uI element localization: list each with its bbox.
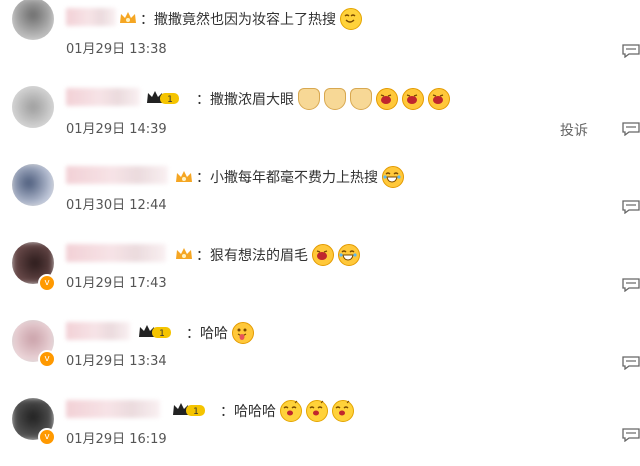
verified-badge-icon: v xyxy=(38,350,56,368)
tears-laugh-emoji xyxy=(338,244,360,266)
username-blurred[interactable] xyxy=(66,322,130,340)
crown-icon xyxy=(120,12,136,23)
verified-badge-icon: v xyxy=(38,274,56,292)
username-blurred[interactable] xyxy=(66,400,160,418)
comment-reply-icon[interactable] xyxy=(622,356,640,370)
comment-reply-icon[interactable] xyxy=(622,278,640,292)
comment-body: ：撒撒浓眉大眼 xyxy=(196,92,294,108)
comment-text: ：狠有想法的眉毛 xyxy=(196,244,360,266)
comment-body: ：狠有想法的眉毛 xyxy=(196,248,308,264)
username-blurred[interactable] xyxy=(66,88,140,106)
comment-reply-icon[interactable] xyxy=(622,428,640,442)
tears-laugh-emoji xyxy=(382,166,404,188)
avatar[interactable] xyxy=(12,86,54,128)
vip-level: 1 xyxy=(167,95,173,105)
vip-level: 1 xyxy=(193,407,199,417)
comment-item: ：撒撒竟然也因为妆容上了热搜 01月29日 13:38 xyxy=(0,0,640,78)
comment-item: ：小撒每年都毫不费力上热搜 01月30日 12:44 xyxy=(0,156,640,234)
comment-timestamp: 01月29日 13:38 xyxy=(66,42,167,57)
tongue-emoji xyxy=(232,322,254,344)
comment-reply-icon[interactable] xyxy=(622,44,640,58)
comment-body: ：小撒每年都毫不费力上热搜 xyxy=(196,170,378,186)
comment-text: ：撒撒浓眉大眼 xyxy=(196,88,450,110)
comment-item: v 1 ：哈哈 01月29日 13:34 xyxy=(0,310,640,388)
laugh-emoji xyxy=(376,88,398,110)
username-blurred[interactable] xyxy=(66,166,168,184)
verified-badge-icon: v xyxy=(38,428,56,446)
drool-emoji xyxy=(332,400,354,422)
comment-text: ：哈哈 xyxy=(186,322,254,344)
dog-emoji xyxy=(298,88,320,110)
comment-timestamp: 01月29日 14:39 xyxy=(66,122,167,137)
crown-icon xyxy=(176,248,192,259)
comment-body: ：哈哈 xyxy=(186,326,228,342)
comment-text: ：小撒每年都毫不费力上热搜 xyxy=(196,166,404,188)
comment-timestamp: 01月29日 17:43 xyxy=(66,276,167,291)
drool-emoji xyxy=(280,400,302,422)
vip-badge-icon: 1 xyxy=(139,325,171,339)
report-button[interactable]: 投诉 xyxy=(560,120,588,140)
comment-item: v 1 ：哈哈哈 01月29日 16:19 xyxy=(0,388,640,466)
laugh-emoji xyxy=(312,244,334,266)
avatar[interactable] xyxy=(12,0,54,40)
username-blurred[interactable] xyxy=(66,244,166,262)
comment-timestamp: 01月30日 12:44 xyxy=(66,198,167,213)
comment-timestamp: 01月29日 16:19 xyxy=(66,432,167,447)
vip-badge-icon: 1 xyxy=(173,403,205,417)
comment-body: ：撒撒竟然也因为妆容上了热搜 xyxy=(140,12,336,28)
comment-body: ：哈哈哈 xyxy=(220,404,276,420)
laugh-emoji xyxy=(428,88,450,110)
drool-emoji xyxy=(306,400,328,422)
smile-emoji xyxy=(340,8,362,30)
comment-item: v ：狠有想法的眉毛 01月29日 17:43 xyxy=(0,232,640,310)
comment-reply-icon[interactable] xyxy=(622,200,640,214)
crown-icon xyxy=(176,171,192,182)
avatar[interactable] xyxy=(12,164,54,206)
username-blurred[interactable] xyxy=(66,8,116,26)
vip-level: 1 xyxy=(159,329,165,339)
comment-reply-icon[interactable] xyxy=(622,122,640,136)
comment-timestamp: 01月29日 13:34 xyxy=(66,354,167,369)
vip-badge-icon: 1 xyxy=(147,91,179,105)
dog-emoji xyxy=(324,88,346,110)
comment-item: 1 ：撒撒浓眉大眼 01月29日 14:39 投诉 xyxy=(0,78,640,156)
comment-text: ：哈哈哈 xyxy=(220,400,354,422)
comment-text: ：撒撒竟然也因为妆容上了热搜 xyxy=(140,8,362,30)
laugh-emoji xyxy=(402,88,424,110)
dog-emoji xyxy=(350,88,372,110)
